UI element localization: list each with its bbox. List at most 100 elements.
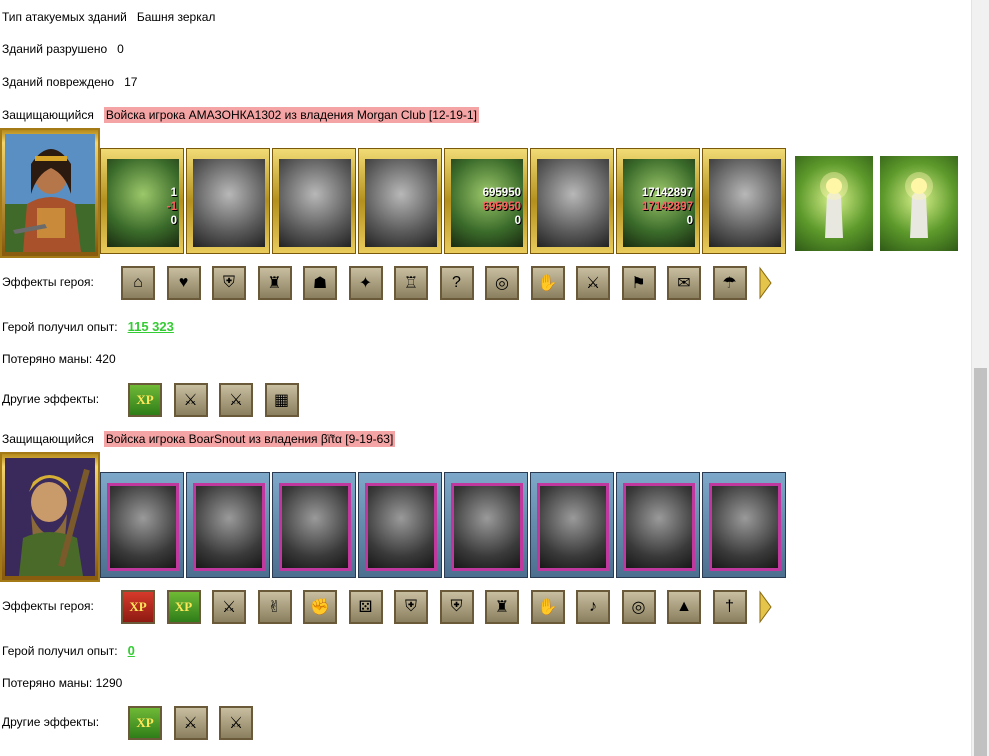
necromancer-hero-icon: [5, 458, 95, 576]
defender1-row: Защищающийся Войска игрока АМАЗОНКА1302 и…: [2, 107, 479, 123]
unit-count-n2: -1: [166, 201, 177, 213]
defender2-mana-label: Потеряно маны:: [2, 676, 93, 690]
defender2-units: [100, 472, 790, 582]
dice-icon[interactable]: ⚄: [348, 590, 383, 624]
defender1-label: Защищающийся: [2, 108, 94, 122]
sword-icon[interactable]: ⚔: [212, 590, 246, 624]
defender2-exp-link[interactable]: 0: [128, 643, 135, 658]
defender1-hero-portrait[interactable]: [0, 128, 100, 258]
defender1-mana-label: Потеряно маны:: [2, 352, 93, 366]
ring-icon[interactable]: ◎: [621, 590, 656, 624]
unit-slot[interactable]: [702, 148, 786, 254]
unit-slot[interactable]: 1 -1 0: [100, 148, 184, 254]
defender2-mana-row: Потеряно маны: 1290: [2, 676, 122, 690]
unit-slot[interactable]: 17142897 17142897 0: [616, 148, 700, 254]
defender1-army: 1 -1 0 695950 695950 0 17142897 17142897 0: [0, 128, 958, 258]
defender2-hero-portrait[interactable]: [0, 452, 100, 582]
damaged-value: 17: [124, 75, 138, 89]
titan-unit-icon: [709, 159, 781, 247]
unit-count-n3: 0: [514, 215, 521, 227]
skeleton-unit-icon: [193, 483, 265, 571]
defender2-effects-label: Эффекты героя:: [2, 599, 94, 613]
building-type-row: Тип атакуемых зданий Башня зеркал: [2, 10, 215, 24]
xp-icon[interactable]: XP: [121, 590, 155, 624]
defender2-mana-value: 1290: [95, 676, 123, 690]
gauntlet-icon[interactable]: ✋: [530, 266, 565, 300]
necromancer-unit-icon: [709, 483, 781, 571]
heart-icon[interactable]: ♥: [166, 266, 201, 300]
sword-icon[interactable]: ⚔: [173, 706, 208, 740]
handshake-icon[interactable]: ✌: [257, 590, 292, 624]
shield-icon[interactable]: ⛨: [212, 266, 246, 300]
unit-slot[interactable]: [358, 148, 442, 254]
damaged-row: Зданий повреждено 17: [2, 75, 137, 89]
gauntlet-icon[interactable]: ✋: [530, 590, 565, 624]
amulet-icon[interactable]: ✦: [348, 266, 383, 300]
xp-icon[interactable]: XP: [128, 706, 162, 740]
horn-icon[interactable]: ♪: [576, 590, 610, 624]
defender1-title: Войска игрока АМАЗОНКА1302 из владения M…: [103, 107, 479, 123]
unit-slot[interactable]: [100, 472, 184, 578]
shield-icon[interactable]: ⛨: [394, 590, 428, 624]
tent-icon[interactable]: ▲: [667, 590, 701, 624]
unit-slot[interactable]: [358, 472, 442, 578]
unit-slot[interactable]: [272, 472, 356, 578]
scroll-icon[interactable]: ✉: [667, 266, 701, 300]
unit-slot[interactable]: 695950 695950 0: [444, 148, 528, 254]
defender2-label: Защищающийся: [2, 432, 94, 446]
tunic-icon[interactable]: ♖: [394, 266, 428, 300]
dagger-icon[interactable]: †: [712, 590, 747, 624]
unit-count-n1: 17142897: [641, 187, 693, 199]
defender2-effects: Эффекты героя: XP XP ⚔ ✌ ✊ ⚄ ⛨ ⛨ ♜ ✋ ♪ ◎ ▲ †: [0, 588, 790, 628]
unit-slot[interactable]: [530, 472, 614, 578]
banner-icon[interactable]: ⚑: [621, 266, 656, 300]
wall-icon[interactable]: ▦: [264, 383, 299, 417]
defender2-army: [0, 452, 790, 582]
unit-slot[interactable]: [186, 148, 270, 254]
sword-scroll-icon[interactable]: ⚔: [219, 706, 253, 740]
building-type-label: Тип атакуемых зданий: [2, 10, 127, 24]
unit-slot[interactable]: [530, 148, 614, 254]
unit-count-n2: 695950: [482, 201, 521, 213]
group-xp-icon[interactable]: XP: [166, 590, 201, 624]
reaper-unit-icon: [623, 483, 695, 571]
unit-slot[interactable]: [186, 472, 270, 578]
building-type-value: Башня зеркал: [136, 10, 216, 24]
sword-icon[interactable]: ⚔: [576, 266, 610, 300]
sword-scroll-icon[interactable]: ⚔: [219, 383, 253, 417]
sword-icon[interactable]: ⚔: [173, 383, 208, 417]
dark-knight-unit-icon: [193, 159, 265, 247]
house-icon[interactable]: ⌂: [121, 266, 155, 300]
defender1-exp-link[interactable]: 115 323: [128, 319, 174, 334]
amazon-hero-icon: [5, 134, 95, 252]
cloak-icon[interactable]: ☂: [712, 266, 747, 300]
next-arrow-icon[interactable]: [758, 590, 772, 624]
unit-slot[interactable]: [702, 472, 786, 578]
defender1-effects-label: Эффекты героя:: [2, 275, 94, 289]
scrollbar-thumb[interactable]: [974, 368, 987, 756]
armor-icon[interactable]: ♜: [257, 266, 292, 300]
destroyed-label: Зданий разрушено: [2, 42, 108, 56]
defender2-exp-label: Герой получил опыт:: [2, 644, 118, 658]
unit-count-n1: 695950: [482, 187, 521, 199]
unit-slot[interactable]: [616, 472, 700, 578]
question-icon[interactable]: ?: [439, 266, 474, 300]
next-arrow-icon[interactable]: [758, 266, 772, 300]
unit-slot[interactable]: [444, 472, 528, 578]
griffin-unit-icon: [365, 159, 437, 247]
xp-icon[interactable]: XP: [128, 383, 162, 417]
armor-icon[interactable]: ♜: [485, 590, 519, 624]
unit-count-n1: 1: [170, 187, 177, 199]
defender2-other-label: Другие эффекты:: [2, 715, 100, 729]
warrior-unit-icon: [279, 159, 351, 247]
destroyed-row: Зданий разрушено 0: [2, 42, 124, 56]
fist-icon[interactable]: ✊: [303, 590, 337, 624]
unit-slot[interactable]: [272, 148, 356, 254]
banshee-unit-icon: [537, 483, 609, 571]
scrollbar[interactable]: [971, 0, 989, 756]
handshake-shield-icon[interactable]: ⛨: [439, 590, 474, 624]
helmet-icon[interactable]: ☗: [303, 266, 337, 300]
ring-icon[interactable]: ◎: [485, 266, 519, 300]
defender1-mana-row: Потеряно маны: 420: [2, 352, 116, 366]
defender1-exp-label: Герой получил опыт:: [2, 320, 118, 334]
